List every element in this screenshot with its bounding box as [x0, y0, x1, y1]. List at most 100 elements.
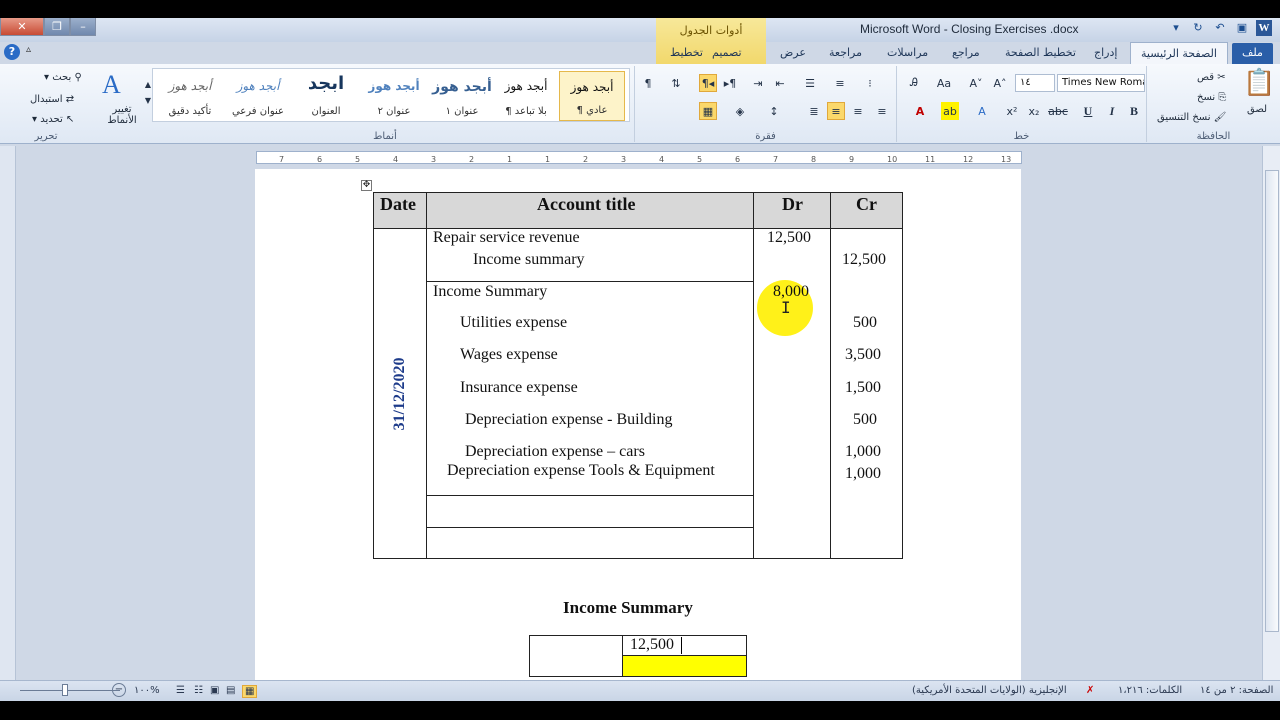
grow-font-icon[interactable]: A˄: [991, 74, 1009, 92]
dr-amount[interactable]: 12,500: [767, 229, 811, 247]
account-line[interactable]: Depreciation expense Tools & Equipment: [447, 462, 715, 480]
account-line[interactable]: Income Summary: [433, 283, 547, 301]
cr-amount[interactable]: 500: [853, 314, 877, 332]
tab-review[interactable]: مراجعة: [829, 46, 862, 59]
bullets-icon[interactable]: ⁝: [861, 74, 879, 92]
select-button[interactable]: ▾ تحديد ↖: [32, 114, 74, 125]
text-effect-glow-icon[interactable]: A: [973, 102, 991, 120]
show-marks-icon[interactable]: ¶: [639, 74, 657, 92]
outline-view-icon[interactable]: ☷: [194, 685, 203, 696]
increase-indent-icon[interactable]: ⇥: [749, 74, 767, 92]
shading-icon[interactable]: ◈: [731, 102, 749, 120]
subscript-icon[interactable]: x₂: [1025, 102, 1043, 120]
tab-home[interactable]: الصفحة الرئيسية: [1130, 42, 1228, 64]
zoom-slider[interactable]: [20, 683, 120, 697]
align-right-icon[interactable]: ≡: [827, 102, 845, 120]
horizontal-ruler[interactable]: 7 6 5 4 3 2 1 1 2 3 4 5 6 7 8 9 10 11 12 13: [256, 151, 1022, 164]
vertical-scrollbar[interactable]: [1262, 146, 1280, 680]
zoom-level[interactable]: ١٠٠%: [134, 685, 160, 696]
decrease-indent-icon[interactable]: ⇤: [771, 74, 789, 92]
tab-mailings[interactable]: مراسلات: [887, 46, 928, 59]
scrollbar-thumb[interactable]: [1265, 170, 1279, 632]
cr-amount[interactable]: 1,000: [845, 443, 881, 461]
tab-file[interactable]: ملف: [1232, 43, 1273, 64]
bold-icon[interactable]: B: [1125, 102, 1143, 120]
print-layout-icon[interactable]: ▦: [242, 685, 258, 698]
undo-icon[interactable]: ↶: [1212, 20, 1228, 36]
tab-references[interactable]: مراجع: [952, 46, 980, 59]
account-line[interactable]: Repair service revenue: [433, 229, 580, 247]
font-color-icon[interactable]: A: [911, 102, 929, 120]
redo-icon[interactable]: ↻: [1190, 20, 1206, 36]
italic-icon[interactable]: I: [1103, 102, 1121, 120]
minimize-window-button[interactable]: –: [70, 18, 96, 36]
word-app-icon[interactable]: W: [1256, 20, 1272, 36]
paste-icon[interactable]: 📋: [1243, 68, 1275, 98]
account-line[interactable]: Depreciation expense – cars: [465, 443, 645, 461]
account-line[interactable]: Income summary: [473, 251, 585, 269]
tab-design[interactable]: تصميم: [712, 46, 742, 59]
font-name-box[interactable]: Times New Roma: [1057, 74, 1145, 92]
date-cell[interactable]: 31/12/2020: [374, 229, 426, 558]
replace-button[interactable]: استبدال ⇄: [30, 94, 74, 105]
cut-button[interactable]: قص ✂: [1197, 72, 1226, 83]
copy-button[interactable]: نسخ ⎘: [1197, 92, 1226, 103]
cr-amount[interactable]: 1,000: [845, 465, 881, 483]
restore-window-button[interactable]: ❐: [44, 18, 70, 36]
change-styles-icon[interactable]: A: [102, 70, 121, 100]
tab-view[interactable]: عرض: [780, 46, 806, 59]
change-case-icon[interactable]: Aa: [935, 74, 953, 92]
full-screen-reading-icon[interactable]: ▤: [226, 685, 235, 696]
save-icon[interactable]: ▣: [1234, 20, 1250, 36]
customize-qat-icon[interactable]: ▾: [1168, 20, 1184, 36]
justify-icon[interactable]: ≣: [805, 102, 823, 120]
help-icon[interactable]: ?: [4, 44, 20, 60]
strikethrough-icon[interactable]: abc: [1048, 102, 1068, 120]
dr-amount[interactable]: 8,000: [773, 283, 809, 301]
highlight-icon[interactable]: ab: [941, 102, 959, 120]
table-move-handle-icon[interactable]: ✥: [361, 180, 372, 191]
shrink-font-icon[interactable]: A˅: [967, 74, 985, 92]
cr-amount[interactable]: 12,500: [842, 251, 886, 269]
zoom-out-icon[interactable]: −: [112, 683, 126, 697]
cr-amount[interactable]: 500: [853, 411, 877, 429]
collapse-ribbon-icon[interactable]: ▵: [26, 44, 31, 55]
text-effects-icon[interactable]: Ꭿ: [905, 74, 923, 92]
tab-insert[interactable]: إدراج: [1094, 46, 1117, 59]
numbering-icon[interactable]: ≡: [831, 74, 849, 92]
underline-icon[interactable]: U: [1079, 102, 1097, 120]
account-line[interactable]: Depreciation expense - Building: [465, 411, 673, 429]
align-left-icon[interactable]: ≡: [873, 102, 891, 120]
line-spacing-icon[interactable]: ↕: [765, 102, 783, 120]
zoom-thumb[interactable]: [62, 684, 68, 696]
cr-amount[interactable]: 1,500: [845, 379, 881, 397]
header-date: Date: [380, 194, 416, 214]
account-line[interactable]: Wages expense: [460, 346, 558, 364]
cr-amount[interactable]: 3,500: [845, 346, 881, 364]
t-account-highlighted-cell[interactable]: [623, 656, 746, 676]
sort-icon[interactable]: ⇅: [667, 74, 685, 92]
ltr-icon[interactable]: ▸¶: [721, 74, 739, 92]
tab-layout[interactable]: تخطيط: [670, 46, 703, 59]
superscript-icon[interactable]: x²: [1003, 102, 1021, 120]
multilevel-list-icon[interactable]: ☰: [801, 74, 819, 92]
word-count[interactable]: الكلمات: ١،٢١٦: [1118, 685, 1182, 696]
account-line[interactable]: Utilities expense: [460, 314, 567, 332]
status-bar: − ١٠٠% ☰ ☷ ▣ ▤ ▦ الإنجليزية (الولايات ال…: [0, 680, 1280, 701]
font-size-box[interactable]: ١٤: [1015, 74, 1055, 92]
find-button[interactable]: ▾ بحث ⚲: [44, 72, 82, 83]
rtl-icon[interactable]: ¶◂: [699, 74, 717, 92]
proofing-icon[interactable]: ✗: [1086, 685, 1094, 696]
paste-button[interactable]: لصق: [1247, 104, 1267, 115]
t-account-credit-value[interactable]: 12,500: [630, 636, 674, 654]
borders-icon[interactable]: ▦: [699, 102, 717, 120]
web-layout-icon[interactable]: ▣: [210, 685, 219, 696]
page-number[interactable]: الصفحة: ٢ من ١٤: [1200, 685, 1273, 696]
format-painter-button[interactable]: نسخ التنسيق 🖌: [1157, 112, 1226, 123]
language-status[interactable]: الإنجليزية (الولايات المتحدة الأمريكية): [912, 685, 1067, 696]
tab-page-layout[interactable]: تخطيط الصفحة: [1005, 46, 1076, 59]
account-line[interactable]: Insurance expense: [460, 379, 578, 397]
align-center-icon[interactable]: ≡: [849, 102, 867, 120]
draft-view-icon[interactable]: ☰: [176, 685, 185, 696]
close-window-button[interactable]: ✕: [0, 18, 44, 36]
